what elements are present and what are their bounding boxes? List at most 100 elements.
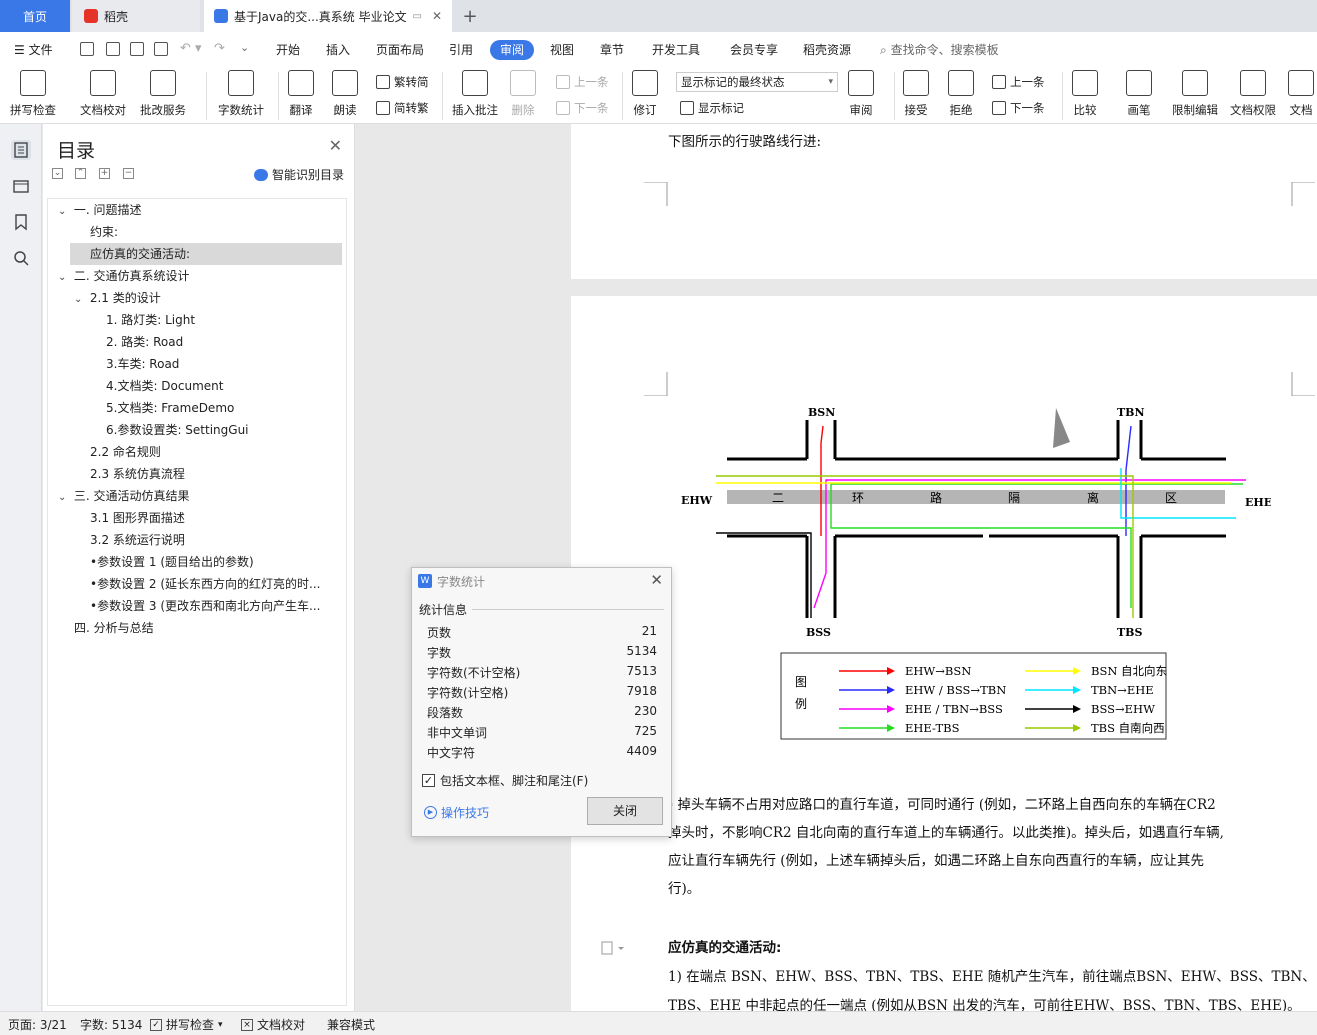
next-change-button[interactable]: 下一条	[992, 100, 1045, 116]
expand-up-icon[interactable]: ⌃	[75, 168, 86, 179]
toc-item[interactable]: 1. 路灯类: Light	[106, 309, 344, 331]
doc-check-button[interactable]: 文档校对	[80, 70, 126, 118]
show-markup-button[interactable]: 显示标记	[680, 100, 744, 116]
close-icon[interactable]: ✕	[650, 571, 663, 589]
accept-button[interactable]: 接受	[903, 70, 929, 118]
dialog-titlebar[interactable]: W 字数统计 ✕	[412, 568, 671, 594]
word-count-indicator[interactable]: 字数: 5134	[80, 1016, 142, 1033]
save-icon[interactable]	[80, 42, 94, 56]
chevron-down-icon[interactable]: ⌄	[74, 289, 86, 309]
spellcheck-status[interactable]: ✓ 拼写检查 ▾	[150, 1016, 223, 1033]
new-tab-button[interactable]: +	[458, 0, 482, 32]
toc-item[interactable]: ⌄ 三. 交通活动仿真结果	[58, 485, 344, 507]
next-comment-button[interactable]: 下一条	[556, 100, 609, 116]
tab-document[interactable]: 基于Java的交...真系统 毕业论文 ▭ ✕	[204, 0, 452, 32]
markup-state-select[interactable]: 显示标记的最终状态 ▾	[676, 72, 838, 92]
toc-item[interactable]: 3.1 图形界面描述	[90, 507, 344, 529]
page-indicator[interactable]: 页面: 3/21	[8, 1016, 67, 1033]
menu-layout[interactable]: 页面布局	[376, 40, 424, 60]
close-button[interactable]: 关闭	[587, 797, 663, 825]
spellcheck-icon	[20, 70, 46, 96]
redo-icon[interactable]: ↷	[214, 41, 225, 56]
include-textbox-checkbox[interactable]: ✓ 包括文本框、脚注和尾注(F)	[422, 772, 588, 789]
toc-item[interactable]: 3.车类: Road	[106, 353, 344, 375]
translate-button[interactable]: 翻译	[288, 70, 314, 118]
next-change-label: 下一条	[1010, 101, 1045, 115]
toc-item[interactable]: 5.文档类: FrameDemo	[106, 397, 344, 419]
menu-resources[interactable]: 稻壳资源	[803, 40, 851, 60]
insert-comment-button[interactable]: 插入批注	[452, 70, 498, 118]
toc-nav-icon[interactable]	[11, 140, 31, 160]
search-icon[interactable]	[11, 248, 31, 268]
toc-item[interactable]: •参数设置 2 (延长东西方向的红灯亮的时...	[90, 573, 328, 595]
doc-permission-button[interactable]: 文档权限	[1230, 70, 1276, 118]
word-count-button[interactable]: 字数统计	[218, 70, 264, 118]
toc-item[interactable]: 2. 路类: Road	[106, 331, 344, 353]
command-search[interactable]: ⌕ 查找命令、搜索模板	[880, 40, 999, 60]
revise-service-button[interactable]: 批改服务	[140, 70, 186, 118]
tab-home[interactable]: 首页	[0, 0, 70, 32]
word-count-dialog: W 字数统计 ✕ 统计信息 页数 21 字数 5134 字符数(不计空格) 7513 …	[411, 567, 672, 837]
menu-start[interactable]: 开始	[276, 40, 300, 60]
prev-change-button[interactable]: 上一条	[992, 74, 1045, 90]
track-changes-button[interactable]: 修订	[632, 70, 658, 118]
toc-item[interactable]: 3.2 系统运行说明	[90, 529, 344, 551]
simp-to-trad-button[interactable]: 简转繁	[376, 100, 429, 116]
doc-more-button[interactable]: 文档	[1288, 70, 1314, 118]
compare-button[interactable]: 比较	[1072, 70, 1098, 118]
restrict-edit-button[interactable]: 限制编辑	[1172, 70, 1218, 118]
close-tab-icon[interactable]: ✕	[432, 9, 442, 23]
read-aloud-button[interactable]: 朗读	[332, 70, 358, 118]
chapter-nav-icon[interactable]	[11, 176, 31, 196]
print-icon[interactable]	[130, 42, 144, 56]
menu-member[interactable]: 会员专享	[730, 40, 778, 60]
customize-icon[interactable]: ⌄	[240, 41, 249, 54]
spellcheck-button[interactable]: 拼写检查	[10, 70, 56, 118]
menu-review[interactable]: 审阅	[490, 40, 535, 60]
pen-button[interactable]: 画笔	[1126, 70, 1152, 118]
preview-icon[interactable]	[154, 42, 168, 56]
toc-item[interactable]: ⌄ 二. 交通仿真系统设计	[58, 265, 344, 287]
toc-item[interactable]: ⌄ 2.1 类的设计	[74, 287, 344, 309]
file-menu[interactable]: ☰ 文件	[14, 40, 53, 60]
toc-item[interactable]: ⌄ 一. 问题描述	[58, 199, 344, 221]
add-heading-icon[interactable]: +	[99, 168, 110, 179]
toc-item[interactable]: 2.2 命名规则	[90, 441, 344, 463]
menu-chapter[interactable]: 章节	[600, 40, 624, 60]
toc-item[interactable]: 6.参数设置类: SettingGui	[106, 419, 344, 441]
doc-text-line: 行)。	[668, 881, 701, 897]
menu-insert[interactable]: 插入	[326, 40, 350, 60]
close-icon[interactable]: ✕	[329, 136, 342, 155]
toc-item-selected[interactable]: 应仿真的交通活动:	[70, 243, 342, 265]
tab-daoke[interactable]: 稻壳	[72, 0, 200, 32]
chevron-down-icon[interactable]: ⌄	[58, 201, 70, 221]
smart-toc-button[interactable]: 智能识别目录	[253, 166, 344, 183]
toc-item[interactable]: •参数设置 3 (更改东西和南北方向产生车...	[90, 595, 328, 617]
delete-comment-button[interactable]: 删除	[510, 70, 536, 118]
review-pane-button[interactable]: 审阅	[848, 70, 874, 118]
toc-item[interactable]: 4.文档类: Document	[106, 375, 344, 397]
doc-check-status[interactable]: × 文档校对	[241, 1016, 305, 1033]
revise-service-icon	[150, 70, 176, 96]
menu-devtools[interactable]: 开发工具	[652, 40, 700, 60]
menu-view[interactable]: 视图	[550, 40, 574, 60]
paragraph-menu-icon[interactable]	[601, 940, 625, 956]
pen-label: 画笔	[1127, 103, 1151, 117]
remove-heading-icon[interactable]: −	[123, 168, 134, 179]
chevron-down-icon[interactable]: ⌄	[58, 487, 70, 507]
trad-to-simp-button[interactable]: 繁转简	[376, 74, 429, 90]
menu-references[interactable]: 引用	[449, 40, 473, 60]
reject-button[interactable]: 拒绝	[948, 70, 974, 118]
toc-item[interactable]: 约束:	[90, 221, 344, 243]
window-icon[interactable]: ▭	[413, 11, 422, 22]
chevron-down-icon[interactable]: ⌄	[58, 267, 70, 287]
toc-item[interactable]: 2.3 系统仿真流程	[90, 463, 344, 485]
bookmark-icon[interactable]	[11, 212, 31, 232]
export-icon[interactable]	[106, 42, 120, 56]
toc-item[interactable]: •参数设置 1 (题目给出的参数)	[90, 551, 344, 573]
collapse-all-icon[interactable]: ⌄	[52, 168, 63, 179]
prev-comment-button[interactable]: 上一条	[556, 74, 609, 90]
toc-item[interactable]: 四. 分析与总结	[74, 617, 344, 639]
undo-icon[interactable]: ↶ ▾	[180, 41, 202, 56]
tips-link[interactable]: ▶ 操作技巧	[424, 804, 489, 821]
